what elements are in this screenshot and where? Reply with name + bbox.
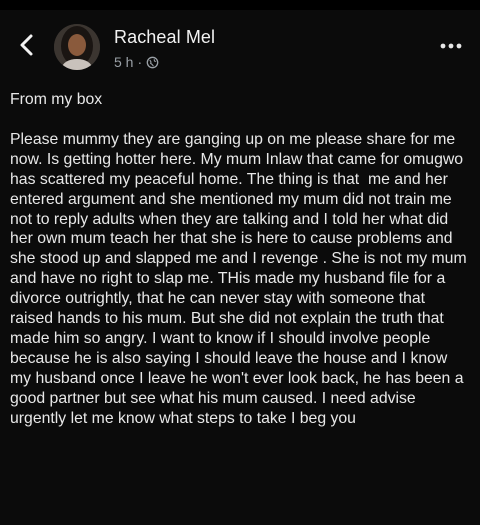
avatar[interactable] (54, 24, 100, 70)
author-name[interactable]: Racheal Mel (114, 27, 215, 48)
post-intro: From my box (10, 91, 103, 108)
post-header: Racheal Mel 5 h · (0, 10, 480, 78)
meta-separator: · (137, 54, 143, 70)
status-strip (0, 0, 480, 10)
globe-icon (146, 56, 159, 68)
post-body: Please mummy they are ganging up on me p… (10, 130, 472, 427)
post-content: From my box Please mummy they are gangin… (10, 90, 472, 429)
post-age[interactable]: 5 h (114, 54, 133, 70)
post-meta: 5 h · (114, 54, 159, 70)
chevron-left-icon[interactable] (16, 32, 38, 58)
more-horizontal-icon[interactable] (438, 36, 464, 56)
profile-photo (54, 24, 100, 70)
